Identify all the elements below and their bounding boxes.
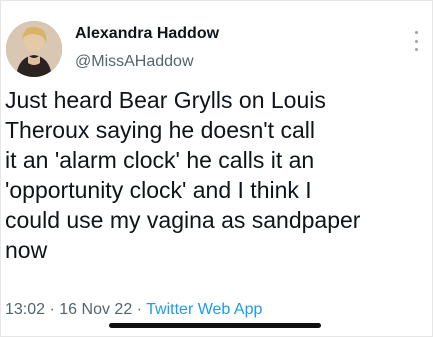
tweet-card: Alexandra Haddow @MissAHaddow Just heard… [0, 0, 433, 337]
tweet-source-link[interactable]: Twitter Web App [146, 301, 262, 318]
meta-separator: · [136, 301, 147, 318]
display-name[interactable]: Alexandra Haddow [75, 25, 219, 43]
more-dot [414, 39, 418, 43]
tweet-meta: 13:02 · 16 Nov 22 · Twitter Web App [5, 301, 262, 319]
user-handle[interactable]: @MissAHaddow [75, 53, 194, 71]
tweet-text: Just heard Bear Grylls on Louis Theroux … [5, 87, 361, 263]
meta-separator: · [49, 301, 60, 318]
more-dot [414, 31, 418, 34]
avatar-photo [6, 21, 62, 77]
tweet-time[interactable]: 13:02 [5, 301, 45, 318]
home-indicator[interactable] [109, 323, 321, 328]
tweet-date[interactable]: 16 Nov 22 [59, 301, 132, 318]
more-vertical-icon[interactable] [413, 31, 419, 51]
avatar[interactable] [6, 21, 62, 77]
more-dot [414, 48, 418, 51]
